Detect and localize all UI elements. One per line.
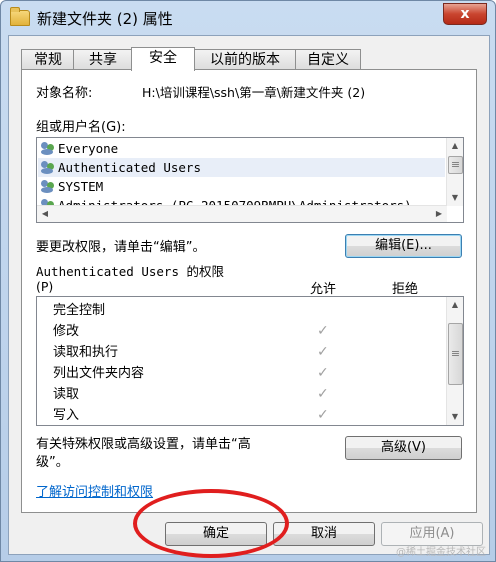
close-icon: x	[460, 6, 470, 22]
permission-row: 读取 ✓	[38, 384, 444, 405]
folder-icon	[10, 7, 30, 26]
tab-previous-versions[interactable]: 以前的版本	[193, 49, 297, 70]
object-name-value: H:\培训课程\ssh\第一章\新建文件夹 (2)	[142, 85, 366, 100]
annotation-circle	[133, 489, 289, 558]
title-bar[interactable]: 新建文件夹 (2) 属性 x	[1, 1, 495, 35]
deny-header: 拒绝	[392, 282, 419, 297]
scroll-up-icon[interactable]: ▲	[447, 297, 463, 313]
list-item-authenticated-users[interactable]: Authenticated Users	[38, 158, 445, 177]
allow-check-icon: ✓	[317, 344, 329, 360]
user-name: SYSTEM	[58, 179, 104, 194]
allow-check-icon: ✓	[317, 323, 329, 339]
object-name-label: 对象名称:	[36, 86, 93, 101]
permissions-p-label: (P)	[36, 279, 54, 294]
permission-name: 写入	[53, 408, 80, 423]
edit-button[interactable]: 编辑(E)...	[345, 234, 462, 258]
allow-header: 允许	[310, 282, 337, 297]
list-item-system[interactable]: SYSTEM	[38, 177, 445, 196]
learn-access-control-link[interactable]: 了解访问控制和权限	[36, 481, 153, 500]
permission-name: 读取和执行	[53, 345, 119, 360]
close-button[interactable]: x	[443, 3, 487, 25]
edit-hint: 要更改权限，请单击“编辑”。	[36, 240, 206, 255]
tab-sharing[interactable]: 共享	[73, 49, 133, 70]
user-list-vertical-scrollbar[interactable]: ▲ ▼	[446, 138, 463, 206]
watermark: @稀土掘金技术社区	[396, 547, 486, 558]
scroll-left-icon[interactable]: ◀	[37, 206, 53, 222]
user-name: Authenticated Users	[58, 160, 201, 175]
user-list[interactable]: Everyone Authenticated Users SYSTEM Admi…	[36, 137, 464, 223]
permission-name: 完全控制	[53, 303, 106, 318]
permission-name: 列出文件夹内容	[53, 366, 145, 381]
user-list-horizontal-scrollbar[interactable]: ◀ ▶	[37, 205, 447, 222]
users-icon	[41, 180, 55, 193]
permission-row: 读取和执行 ✓	[38, 342, 444, 363]
users-icon	[41, 161, 55, 174]
permissions-list[interactable]: 完全控制 修改 ✓ 读取和执行 ✓ 列出文件夹内容 ✓ 读取 ✓ 写入 ✓ ▲ …	[36, 296, 464, 426]
permissions-title: Authenticated Users 的权限	[36, 264, 225, 279]
scroll-right-icon[interactable]: ▶	[431, 206, 447, 222]
scroll-down-icon[interactable]: ▼	[447, 409, 463, 425]
permission-name: 读取	[53, 387, 80, 402]
permission-row: 完全控制	[38, 300, 444, 321]
permission-row: 写入 ✓	[38, 405, 444, 425]
scroll-thumb[interactable]	[448, 323, 463, 385]
security-tab-panel: 对象名称: H:\培训课程\ssh\第一章\新建文件夹 (2) 组或用户名(G)…	[21, 69, 477, 513]
advanced-hint-line-1: 有关特殊权限或高级设置，请单击“高	[36, 437, 251, 452]
allow-check-icon: ✓	[317, 386, 329, 402]
scroll-down-icon[interactable]: ▼	[447, 190, 463, 206]
permissions-vertical-scrollbar[interactable]: ▲ ▼	[446, 297, 463, 425]
tab-security[interactable]: 安全	[131, 47, 195, 71]
tab-customize[interactable]: 自定义	[295, 49, 361, 70]
allow-check-icon: ✓	[317, 365, 329, 381]
allow-check-icon: ✓	[317, 407, 329, 423]
permission-name: 修改	[53, 324, 80, 339]
permission-row: 列出文件夹内容 ✓	[38, 363, 444, 384]
tab-general[interactable]: 常规	[21, 49, 75, 70]
dialog-body: 常规 共享 安全 以前的版本 自定义 对象名称: H:\培训课程\ssh\第一章…	[8, 35, 490, 555]
window-title: 新建文件夹 (2) 属性	[37, 10, 173, 28]
advanced-hint-line-2: 级”。	[36, 455, 69, 470]
users-icon	[41, 142, 55, 155]
properties-window: 新建文件夹 (2) 属性 x 常规 共享 安全 以前的版本 自定义 对象名称: …	[0, 0, 496, 562]
scroll-up-icon[interactable]: ▲	[447, 138, 463, 154]
scroll-thumb[interactable]	[448, 156, 463, 174]
group-or-user-label: 组或用户名(G):	[36, 120, 126, 135]
advanced-button[interactable]: 高级(V)	[345, 436, 462, 460]
permission-row: 修改 ✓	[38, 321, 444, 342]
user-name: Everyone	[58, 141, 119, 156]
list-item-everyone[interactable]: Everyone	[38, 139, 445, 158]
